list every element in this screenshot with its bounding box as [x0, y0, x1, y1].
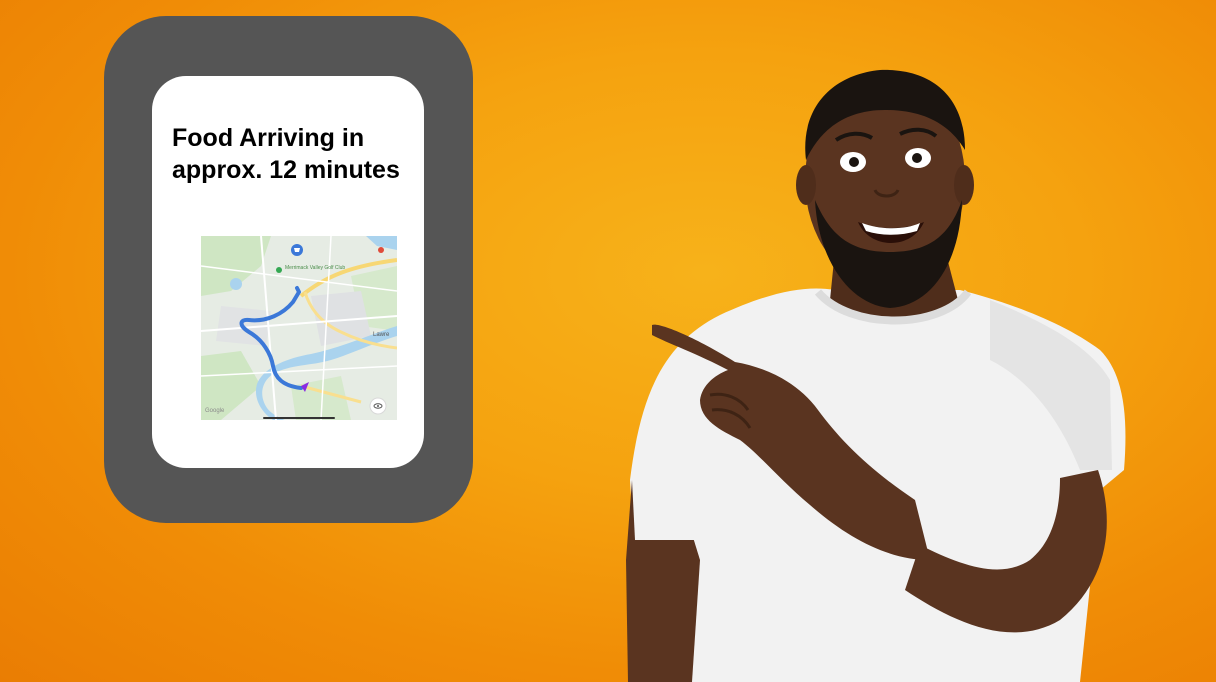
- person-pointing-photo: [626, 69, 1126, 682]
- left-sleeve: [632, 472, 705, 540]
- ear: [796, 165, 816, 205]
- ear: [954, 165, 974, 205]
